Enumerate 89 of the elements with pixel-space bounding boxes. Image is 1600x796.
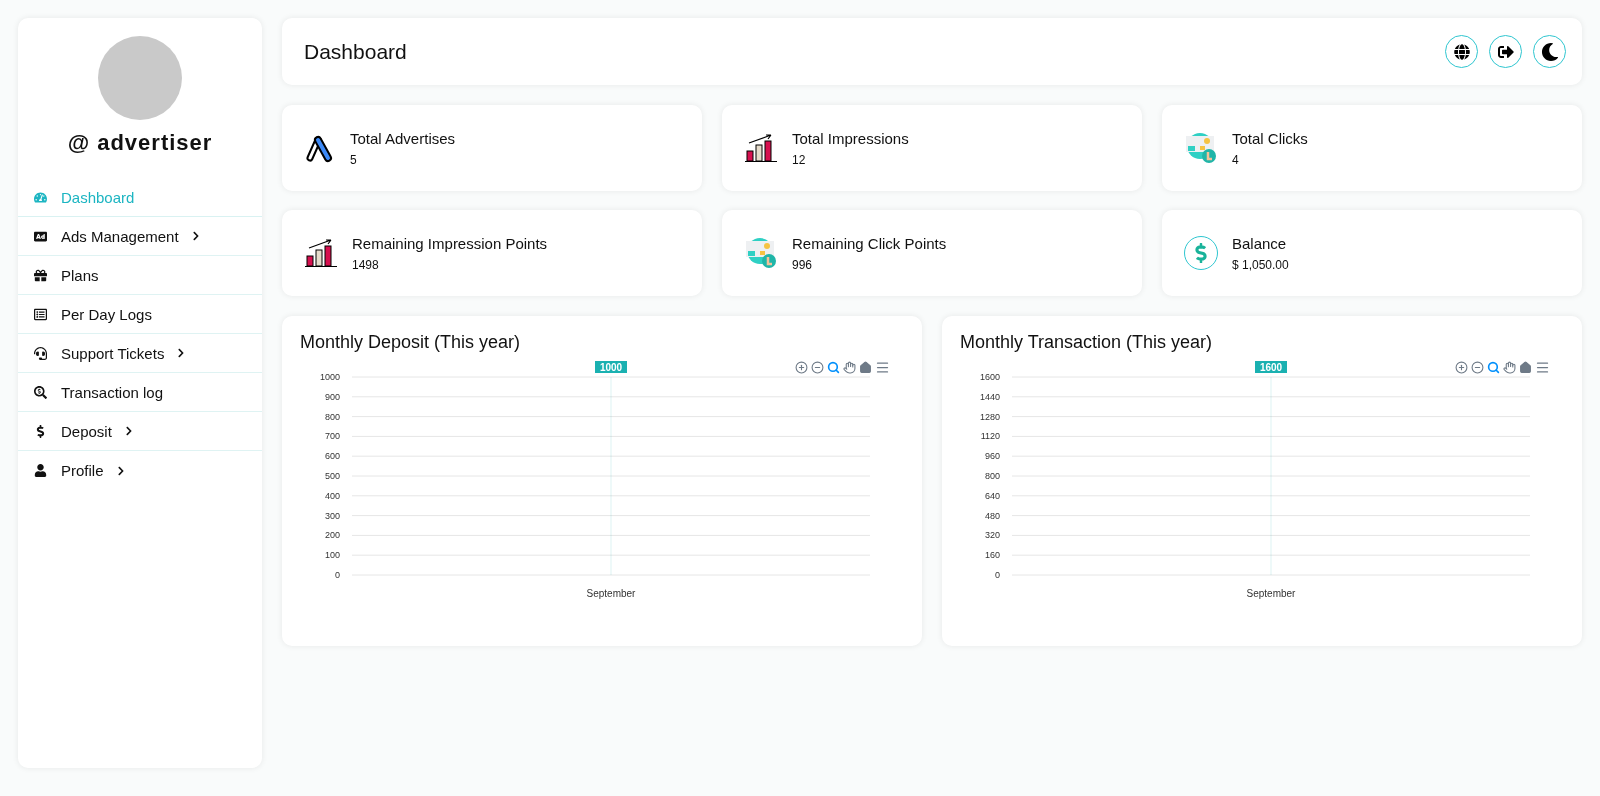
sidebar-item-label: Ads Management: [61, 227, 179, 245]
axis-tick-label: 480: [984, 510, 1000, 521]
sidebar-item-label: Support Tickets: [61, 344, 165, 362]
stat-label: Total Advertises: [350, 129, 456, 147]
axis-tick-label: 500: [324, 471, 340, 481]
axis-tick-label: 800: [324, 411, 340, 422]
gauge-icon: [34, 190, 47, 204]
sidebar-item-label: Profile: [61, 462, 104, 479]
stat-label: Total Clicks: [1232, 129, 1308, 147]
axis-tick-label: 0: [995, 570, 1000, 580]
axis-tick-label: 1440: [979, 391, 1000, 402]
hand-icon[interactable]: [843, 361, 856, 374]
stat-value: $ 1,050.00: [1232, 257, 1289, 272]
sidebar-item[interactable]: Per Day Logs: [18, 295, 262, 334]
logout-button[interactable]: [1489, 35, 1522, 68]
stat-value: 4: [1232, 152, 1240, 167]
data-label: 1600: [1259, 362, 1283, 373]
globe-icon: [1453, 43, 1470, 60]
data-label: 1000: [595, 361, 627, 373]
language-button[interactable]: [1445, 35, 1478, 68]
sidebar-item[interactable]: Profile: [18, 451, 262, 490]
sidebar-item-label: Dashboard: [61, 188, 135, 206]
home-icon[interactable]: [1519, 361, 1532, 374]
stat-value: 5: [350, 152, 358, 167]
list-icon: [34, 307, 47, 321]
gift-icon: [34, 268, 47, 282]
page-title: Dashboard: [304, 39, 407, 64]
stat-label: Total Impressions: [792, 129, 909, 147]
axis-tick-label: 200: [324, 530, 340, 541]
search-dollar-icon: [34, 385, 47, 399]
zoom-in-icon[interactable]: [1455, 361, 1468, 374]
sidebar-item[interactable]: Plans: [18, 256, 262, 295]
axis-tick-label: 100: [324, 550, 340, 561]
sidebar-item[interactable]: Deposit: [18, 412, 262, 451]
sidebar-item-label: Transaction log: [61, 383, 163, 401]
axis-category-label: September: [586, 588, 636, 599]
browser-click-icon: [1184, 132, 1218, 164]
sidebar-item[interactable]: Support Tickets: [18, 334, 262, 373]
sidebar-item[interactable]: Ads Management: [18, 217, 262, 256]
home-icon[interactable]: [859, 361, 872, 374]
axis-tick-label: 300: [324, 510, 340, 521]
axis-tick-label: 960: [984, 451, 1000, 462]
data-label: 1000: [599, 362, 623, 373]
stat-label: Balance: [1232, 234, 1288, 252]
stat-value: 996: [792, 257, 814, 272]
sidebar-item-label: Deposit: [61, 422, 112, 440]
menu-icon[interactable]: [1535, 360, 1550, 375]
theme-button[interactable]: [1533, 35, 1566, 68]
axis-tick-label: 400: [324, 490, 340, 501]
zoom-out-icon[interactable]: [1471, 361, 1484, 374]
stat-value: 1498: [352, 257, 380, 272]
hand-icon[interactable]: [1503, 361, 1516, 374]
sidebar-item-label: Per Day Logs: [61, 305, 152, 323]
axis-tick-label: 1000: [319, 372, 340, 382]
chart-title: Monthly Transaction (This year): [960, 332, 1214, 353]
axis-tick-label: 900: [324, 391, 340, 402]
headset-icon: [34, 346, 47, 360]
dollar-icon: [34, 424, 47, 438]
ad-icon: [34, 229, 47, 243]
stat-label: Remaining Click Points: [792, 234, 947, 252]
axis-tick-label: 800: [984, 471, 1000, 481]
axis-tick-label: 0: [335, 570, 340, 580]
browser-click-icon: [744, 237, 778, 269]
user-icon: [34, 464, 47, 477]
moon-icon: [1540, 42, 1559, 61]
zoom-in-icon[interactable]: [795, 361, 808, 374]
axis-tick-label: 160: [984, 550, 1000, 561]
search-icon[interactable]: [1487, 361, 1500, 374]
search-icon[interactable]: [827, 361, 840, 374]
axis-tick-label: 1280: [979, 411, 1000, 422]
stat-value: 12: [792, 152, 807, 167]
data-label: 1600: [1255, 361, 1287, 373]
bar-chart-icon: [744, 133, 778, 163]
logout-icon: [1497, 43, 1514, 60]
axis-tick-label: 600: [324, 451, 340, 462]
menu-icon[interactable]: [875, 360, 890, 375]
sidebar-item-label: Plans: [61, 266, 99, 284]
axis-tick-label: 700: [324, 431, 340, 442]
axis-category-label: September: [1246, 588, 1296, 599]
bar-chart-icon: [304, 238, 338, 268]
sidebar-item[interactable]: Transaction log: [18, 373, 262, 412]
axis-tick-label: 640: [984, 490, 1000, 501]
stat-label: Remaining Impression Points: [352, 234, 548, 252]
chart-title: Monthly Deposit (This year): [300, 332, 522, 353]
axis-tick-label: 1120: [980, 431, 1000, 442]
axis-tick-label: 1600: [979, 372, 1000, 382]
username: @ advertiser: [66, 130, 214, 156]
axis-tick-label: 320: [984, 530, 1000, 541]
zoom-out-icon[interactable]: [811, 361, 824, 374]
